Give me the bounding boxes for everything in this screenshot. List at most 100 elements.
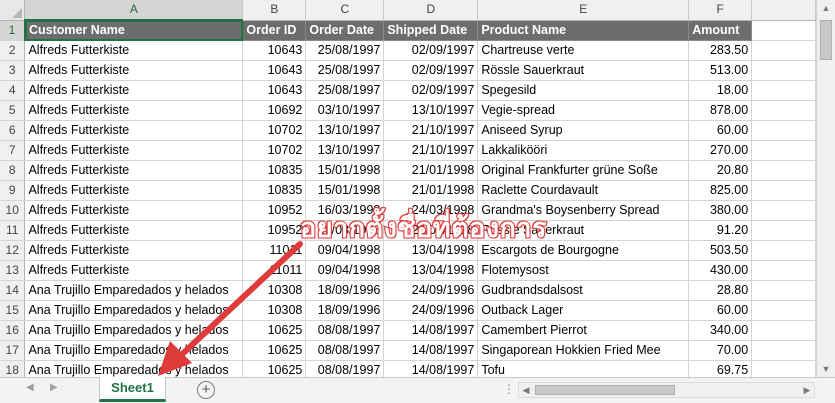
table-cell[interactable]: Original Frankfurter grüne Soße (477, 160, 690, 181)
table-cell[interactable]: 18/09/1996 (305, 280, 385, 301)
table-cell[interactable]: 13/10/1997 (383, 100, 479, 121)
tab-split-handle-icon[interactable]: ⋮ (503, 382, 516, 396)
scroll-down-icon[interactable]: ▼ (817, 361, 835, 377)
table-cell[interactable]: 03/10/1997 (305, 100, 385, 121)
table-cell-empty[interactable] (751, 220, 816, 241)
table-cell[interactable]: Ana Trujillo Emparedados y helados (24, 340, 244, 361)
table-cell[interactable]: 15/01/1998 (305, 160, 385, 181)
table-cell[interactable]: Alfreds Futterkiste (24, 200, 244, 221)
table-cell[interactable]: 513.00 (688, 60, 753, 81)
add-sheet-button[interactable]: + (197, 381, 215, 399)
cell-e1-product-name[interactable]: Product Name (477, 20, 690, 41)
table-cell-empty[interactable] (751, 80, 816, 101)
table-cell[interactable]: Ana Trujillo Emparedados y helados (24, 360, 244, 377)
row-header[interactable]: 13 (0, 260, 26, 281)
table-cell[interactable]: 25/08/1997 (305, 80, 385, 101)
table-cell[interactable]: 13/10/1997 (305, 140, 385, 161)
table-cell[interactable]: 10952 (242, 200, 307, 221)
table-cell[interactable]: 09/04/1998 (305, 260, 385, 281)
table-cell[interactable]: Alfreds Futterkiste (24, 240, 244, 261)
row-header[interactable]: 12 (0, 240, 26, 261)
table-cell[interactable]: 28.80 (688, 280, 753, 301)
table-cell[interactable]: Lakkalikööri (477, 140, 690, 161)
table-cell[interactable]: Camembert Pierrot (477, 320, 690, 341)
table-cell[interactable]: 10308 (242, 280, 307, 301)
row-header[interactable]: 16 (0, 320, 26, 341)
table-cell[interactable]: 70.00 (688, 340, 753, 361)
cell-b1-order-id[interactable]: Order ID (242, 20, 307, 41)
table-cell[interactable]: Vegie-spread (477, 100, 690, 121)
horizontal-scroll-thumb[interactable] (535, 385, 675, 395)
table-cell-empty[interactable] (751, 300, 816, 321)
sheet-tab-sheet1[interactable]: Sheet1 (99, 377, 166, 402)
table-cell-empty[interactable] (751, 320, 816, 341)
table-cell[interactable]: 14/08/1997 (383, 320, 479, 341)
table-cell[interactable]: 21/10/1997 (383, 140, 479, 161)
table-cell[interactable]: 20.80 (688, 160, 753, 181)
table-cell[interactable]: Alfreds Futterkiste (24, 260, 244, 281)
table-cell[interactable]: 02/09/1997 (383, 80, 479, 101)
table-cell[interactable]: 08/08/1997 (305, 320, 385, 341)
row-header[interactable]: 15 (0, 300, 26, 321)
table-cell-empty[interactable] (751, 60, 816, 81)
table-cell[interactable]: 10625 (242, 360, 307, 377)
table-cell[interactable]: 10835 (242, 160, 307, 181)
table-cell[interactable]: Rössle Sauerkraut (477, 60, 690, 81)
scroll-left-icon[interactable]: ◀ (519, 383, 533, 397)
row-header[interactable]: 10 (0, 200, 26, 221)
table-cell[interactable]: 24/09/1996 (383, 300, 479, 321)
table-cell[interactable]: 11011 (242, 240, 307, 261)
table-cell[interactable]: Alfreds Futterkiste (24, 140, 244, 161)
vertical-scrollbar[interactable]: ▲ ▼ (816, 0, 835, 377)
table-cell[interactable]: 18/09/1996 (305, 300, 385, 321)
row-header[interactable]: 4 (0, 80, 26, 101)
table-cell-empty[interactable] (751, 100, 816, 121)
table-cell[interactable]: Ana Trujillo Emparedados y helados (24, 320, 244, 341)
row-header-1[interactable]: 1 (0, 20, 26, 41)
table-cell[interactable]: Chartreuse verte (477, 40, 690, 61)
table-cell[interactable]: Alfreds Futterkiste (24, 160, 244, 181)
row-header[interactable]: 9 (0, 180, 26, 201)
column-header-g[interactable] (751, 0, 816, 21)
table-cell-empty[interactable] (751, 260, 816, 281)
row-header[interactable]: 5 (0, 100, 26, 121)
table-cell[interactable]: 21/01/1998 (383, 180, 479, 201)
table-cell[interactable]: 878.00 (688, 100, 753, 121)
table-cell[interactable]: 340.00 (688, 320, 753, 341)
select-all-corner[interactable] (0, 0, 26, 21)
table-cell[interactable]: 69.75 (688, 360, 753, 377)
scroll-up-icon[interactable]: ▲ (817, 0, 835, 16)
column-header-e[interactable]: E (477, 0, 690, 21)
row-header[interactable]: 2 (0, 40, 26, 61)
table-cell[interactable]: 25/08/1997 (305, 40, 385, 61)
table-cell[interactable]: 13/04/1998 (383, 260, 479, 281)
table-cell[interactable]: 825.00 (688, 180, 753, 201)
table-cell[interactable]: 10835 (242, 180, 307, 201)
table-cell[interactable]: Flotemysost (477, 260, 690, 281)
table-cell[interactable]: 10702 (242, 140, 307, 161)
table-cell[interactable]: Aniseed Syrup (477, 120, 690, 141)
table-cell-empty[interactable] (751, 280, 816, 301)
table-cell[interactable]: 10625 (242, 320, 307, 341)
column-header-c[interactable]: C (305, 0, 385, 21)
table-cell[interactable]: 18.00 (688, 80, 753, 101)
table-cell[interactable]: Tofu (477, 360, 690, 377)
table-cell[interactable]: Outback Lager (477, 300, 690, 321)
table-cell[interactable]: 283.50 (688, 40, 753, 61)
table-cell-empty[interactable] (751, 360, 816, 377)
table-cell[interactable]: Gudbrandsdalsost (477, 280, 690, 301)
table-cell[interactable]: 11011 (242, 260, 307, 281)
column-header-f[interactable]: F (688, 0, 753, 21)
table-cell[interactable]: 15/01/1998 (305, 180, 385, 201)
table-cell[interactable]: 10702 (242, 120, 307, 141)
table-cell[interactable]: 08/08/1997 (305, 360, 385, 377)
table-cell[interactable]: Alfreds Futterkiste (24, 80, 244, 101)
table-cell-empty[interactable] (751, 160, 816, 181)
horizontal-scrollbar[interactable]: ◀ ▶ (518, 382, 815, 398)
cell-c1-order-date[interactable]: Order Date (305, 20, 385, 41)
table-cell[interactable]: 24/09/1996 (383, 280, 479, 301)
table-cell[interactable]: Singaporean Hokkien Fried Mee (477, 340, 690, 361)
column-header-b[interactable]: B (242, 0, 307, 21)
table-cell[interactable]: 270.00 (688, 140, 753, 161)
vertical-scroll-thumb[interactable] (820, 20, 832, 60)
